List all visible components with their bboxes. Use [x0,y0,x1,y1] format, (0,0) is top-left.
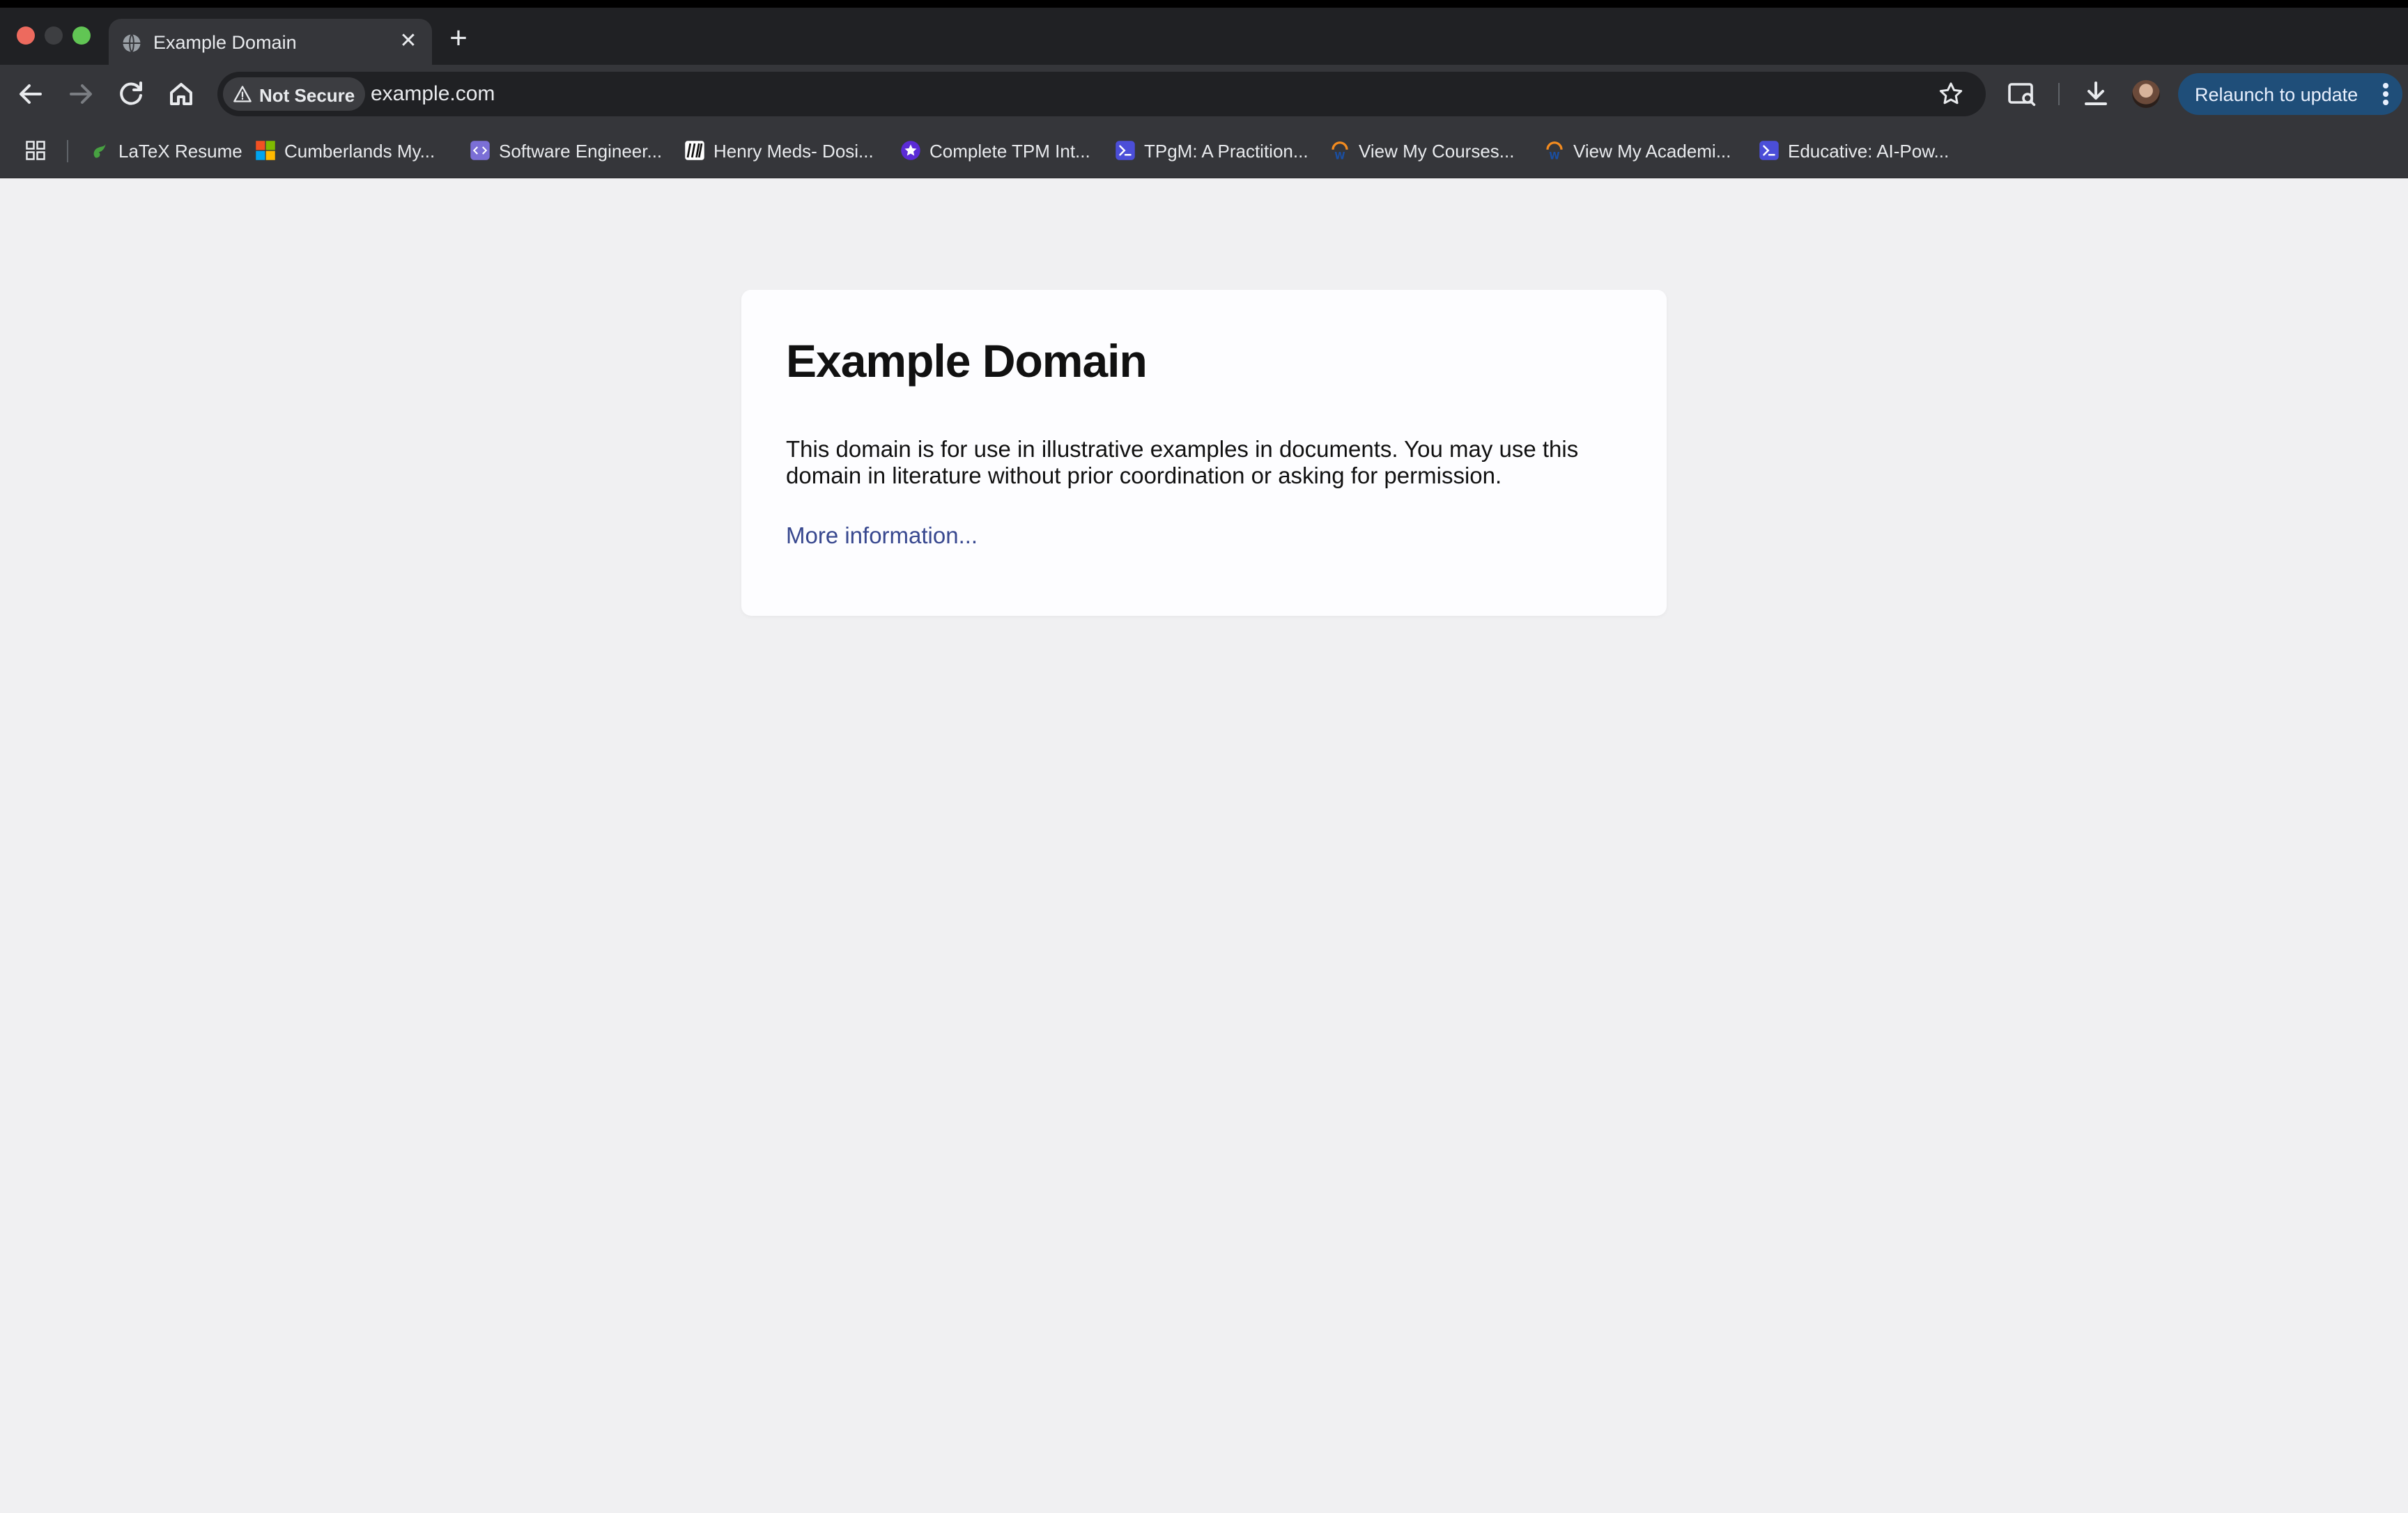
workday-icon: W [1332,141,1348,162]
content-card: Example Domain This domain is for use in… [741,290,1667,616]
workday-icon: W [1546,141,1563,162]
address-bar[interactable]: Not Secure example.com [217,72,1986,116]
bookmark-label: Software Engineer... [499,141,663,162]
page-heading: Example Domain [786,335,1148,387]
menu-strip [0,0,2408,8]
url-text[interactable]: example.com [371,82,495,106]
page-content: Example Domain This domain is for use in… [0,178,2408,1513]
more-information-link[interactable]: More information... [786,522,978,549]
tab-bar: Example Domain ✕ + [0,8,2408,65]
bookmark-star-icon[interactable] [1937,80,1965,108]
page-body-text: This domain is for use in illustrative e… [786,436,1579,488]
toolbar: Not Secure example.com Relaunch to updat… [0,65,2408,123]
relaunch-button[interactable]: Relaunch to update [2178,73,2402,115]
tab-title: Example Domain [153,32,297,53]
bookmark-label: Complete TPM Int... [929,141,1090,162]
tab-search-icon[interactable] [2005,77,2039,111]
forward-button[interactable] [64,77,98,111]
home-icon [170,83,192,105]
bookmarks-bar: LaTeX Resume Cumberlands My... Software … [0,123,2408,178]
home-button[interactable] [164,77,198,111]
overleaf-icon [93,143,106,158]
microsoft-icon [256,141,275,160]
bookmark-label: Educative: AI-Pow... [1788,141,1950,162]
bookmark-label: LaTeX Resume [118,141,242,162]
window-close-button[interactable] [17,26,35,45]
tab-example-domain[interactable]: Example Domain ✕ [109,19,432,65]
back-button[interactable] [14,77,47,111]
svg-text:W: W [1334,151,1345,162]
window-maximize-button[interactable] [72,26,91,45]
profile-avatar[interactable] [2132,80,2160,108]
warning-icon [233,86,252,102]
educative-icon [1759,141,1779,160]
henry-meds-icon [685,141,704,160]
educative-icon [1116,141,1135,160]
apps-grid-icon[interactable] [25,140,46,161]
window-minimize-button[interactable] [45,26,63,45]
download-icon[interactable] [2079,77,2113,111]
security-label: Not Secure [259,85,355,106]
new-tab-button[interactable]: + [443,23,474,55]
toolbar-divider [2058,83,2060,105]
reload-button[interactable] [114,77,148,111]
bookmarks-divider [67,140,68,162]
bookmark-label: View My Academi... [1573,141,1731,162]
bookmark-label: View My Courses... [1359,141,1515,162]
arrow-left-icon [20,84,42,104]
bookmark-label: TPgM: A Practition... [1144,141,1309,162]
arrow-right-icon [70,84,92,104]
relaunch-label: Relaunch to update [2195,84,2359,105]
reload-icon [120,82,142,105]
kebab-menu-icon[interactable] [2379,80,2393,108]
svg-text:W: W [1549,151,1559,162]
bookmark-label: Henry Meds- Dosi... [713,141,874,162]
star-badge-icon [901,141,920,160]
code-icon [470,141,490,160]
bookmark-label: Cumberlands My... [284,141,435,162]
globe-icon [123,33,141,53]
security-chip[interactable]: Not Secure [223,77,365,111]
close-tab-icon[interactable]: ✕ [396,29,421,54]
